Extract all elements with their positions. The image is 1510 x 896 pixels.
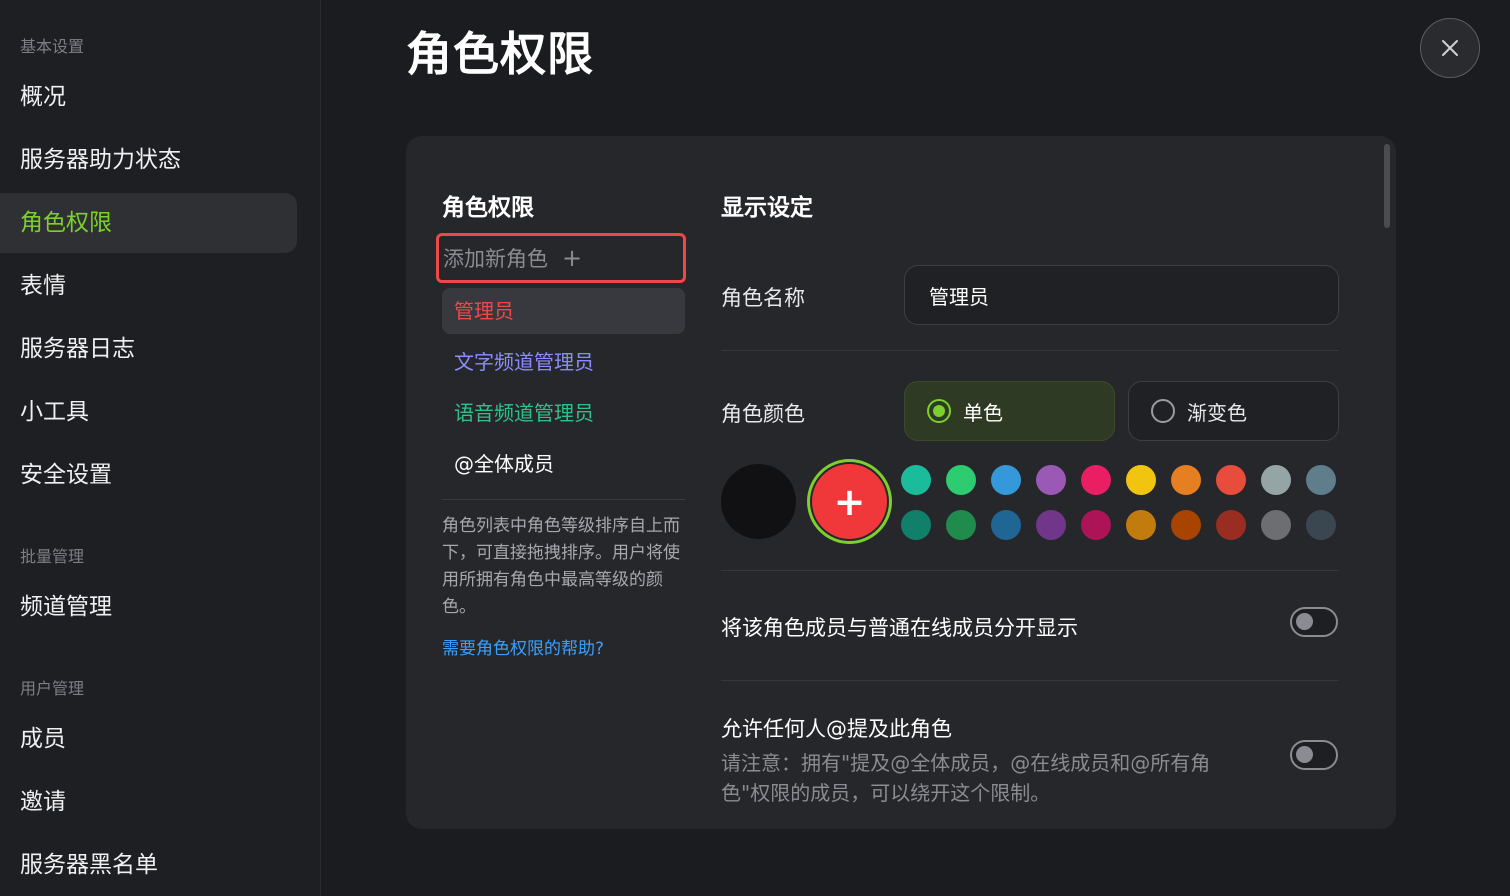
panel-scrollbar[interactable] [1384,144,1390,228]
plus-icon: + [812,464,887,539]
color-swatch[interactable] [1126,510,1156,540]
role-item-voice-channel-admin[interactable]: 语音频道管理员 [442,390,685,436]
divider [721,680,1339,681]
radio-selected-icon [927,399,951,423]
color-swatch[interactable] [1126,465,1156,495]
color-swatch[interactable] [1306,465,1336,495]
role-item-everyone[interactable]: @全体成员 [442,441,685,487]
display-settings-title: 显示设定 [721,195,813,221]
page-title: 角色权限 [406,27,594,81]
mentionable-note: 请注意：拥有"提及@全体成员，@在线成员和@所有角色"权限的成员，可以绕开这个限… [721,751,1211,805]
sidebar-group-batch: 批量管理 [20,547,85,566]
color-swatch[interactable] [991,465,1021,495]
color-swatch[interactable] [1171,510,1201,540]
sidebar-item-invites[interactable]: 邀请 [0,772,297,832]
custom-color-button[interactable]: + [807,459,892,544]
sidebar-item-widgets[interactable]: 小工具 [0,382,297,442]
add-role-button[interactable]: 添加新角色 + [436,233,686,283]
color-mode-gradient-label: 渐变色 [1187,400,1247,425]
roles-column-title: 角色权限 [442,195,534,221]
sidebar-item-roles[interactable]: 角色权限 [0,193,297,253]
role-item-admin[interactable]: 管理员 [442,288,685,334]
sidebar-item-members[interactable]: 成员 [0,709,297,769]
divider [442,499,685,500]
sidebar-item-blacklist[interactable]: 服务器黑名单 [0,835,297,895]
color-mode-gradient[interactable]: 渐变色 [1128,381,1339,441]
divider [721,570,1339,571]
color-swatch[interactable] [1261,465,1291,495]
color-swatch[interactable] [1171,465,1201,495]
divider [721,350,1339,351]
color-mode-solid[interactable]: 单色 [904,381,1115,441]
roles-panel: 角色权限 添加新角色 + 管理员 文字频道管理员 语音频道管理员 @全体成员 角… [406,136,1396,829]
mentionable-toggle[interactable] [1290,740,1338,770]
color-swatch[interactable] [1036,510,1066,540]
role-color-label: 角色颜色 [721,402,805,426]
sidebar-item-security[interactable]: 安全设置 [0,445,297,505]
sidebar-item-channel-manage[interactable]: 频道管理 [0,577,297,637]
color-swatch[interactable] [1216,510,1246,540]
current-color-swatch[interactable] [721,464,796,539]
sidebar-item-emoji[interactable]: 表情 [0,256,297,316]
color-swatch[interactable] [991,510,1021,540]
close-button[interactable] [1420,18,1480,78]
sidebar-group-basic: 基本设置 [20,37,85,56]
color-swatch[interactable] [946,465,976,495]
plus-icon: + [562,244,583,272]
sidebar-item-server-boost[interactable]: 服务器助力状态 [0,130,297,190]
color-swatch[interactable] [901,465,931,495]
separate-display-toggle[interactable] [1290,607,1338,637]
radio-unselected-icon [1151,399,1175,423]
sidebar-item-server-log[interactable]: 服务器日志 [0,319,297,379]
color-swatch[interactable] [1036,465,1066,495]
color-swatch[interactable] [1306,510,1336,540]
color-swatch[interactable] [946,510,976,540]
color-swatch[interactable] [1261,510,1291,540]
sidebar-group-users: 用户管理 [20,679,85,698]
color-swatch[interactable] [1216,465,1246,495]
roles-description: 角色列表中角色等级排序自上而下，可直接拖拽排序。用户将使用所拥有角色中最高等级的… [442,516,680,617]
settings-sidebar: 基本设置 概况 服务器助力状态 角色权限 表情 服务器日志 小工具 安全设置 批… [0,0,321,896]
color-mode-solid-label: 单色 [963,400,1003,425]
add-role-label: 添加新角色 [443,247,548,271]
color-swatch[interactable] [901,510,931,540]
role-item-text-channel-admin[interactable]: 文字频道管理员 [442,339,685,385]
sidebar-item-overview[interactable]: 概况 [0,67,297,127]
mentionable-label: 允许任何人@提及此角色 [721,717,952,741]
separate-display-label: 将该角色成员与普通在线成员分开显示 [721,616,1078,640]
role-name-input[interactable] [904,265,1339,325]
roles-help-link[interactable]: 需要角色权限的帮助? [442,634,604,659]
color-swatch[interactable] [1081,465,1111,495]
close-icon [1442,40,1458,56]
role-name-label: 角色名称 [721,286,805,310]
color-swatch[interactable] [1081,510,1111,540]
